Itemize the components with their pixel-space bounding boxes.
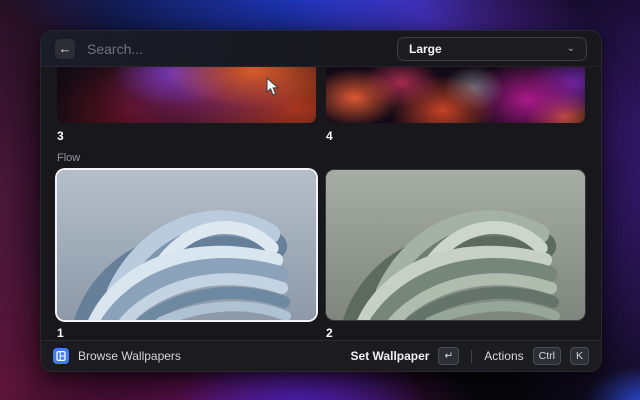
search-header: ← Large ⌄ (41, 31, 601, 67)
k-key-badge: K (570, 347, 589, 365)
thumbnail-3-image (57, 67, 316, 123)
wallpaper-app-icon (53, 348, 69, 364)
thumbnail-3[interactable] (57, 67, 316, 123)
back-arrow-icon: ← (59, 42, 72, 55)
set-wallpaper-button[interactable]: Set Wallpaper (351, 349, 430, 363)
chevron-down-icon: ⌄ (567, 44, 575, 54)
ctrl-key-badge: Ctrl (533, 347, 561, 365)
actions-button[interactable]: Actions (484, 349, 523, 363)
top-label-row: 3 4 (57, 129, 585, 143)
top-thumbnail-row (57, 67, 585, 123)
thumbnail-1-label: 1 (57, 326, 316, 340)
thumbnail-2-label: 2 (326, 326, 585, 340)
search-input[interactable] (87, 41, 385, 57)
thumbnail-1[interactable] (57, 170, 316, 320)
thumbnail-1-image (57, 170, 316, 320)
footer-bar: Browse Wallpapers Set Wallpaper ↵ Action… (41, 340, 601, 371)
thumbnail-4[interactable] (326, 67, 585, 123)
enter-key-badge: ↵ (438, 347, 459, 365)
thumbnail-2[interactable] (326, 170, 585, 320)
thumbnail-3-label: 3 (57, 129, 316, 143)
app-title: Browse Wallpapers (78, 349, 181, 363)
back-button[interactable]: ← (55, 39, 75, 59)
app-window: ← Large ⌄ 3 4 Flow (40, 30, 602, 372)
thumbnail-4-image (326, 67, 585, 123)
footer-divider (471, 350, 472, 363)
thumbnail-4-label: 4 (326, 129, 585, 143)
section-title-flow: Flow (57, 152, 585, 164)
flow-label-row: 1 2 (57, 326, 585, 340)
grid-size-dropdown[interactable]: Large ⌄ (397, 37, 587, 61)
wallpaper-grid: 3 4 Flow (41, 67, 601, 340)
flow-thumbnail-row (57, 170, 585, 320)
thumbnail-2-image (326, 170, 585, 320)
grid-size-value: Large (409, 42, 442, 56)
